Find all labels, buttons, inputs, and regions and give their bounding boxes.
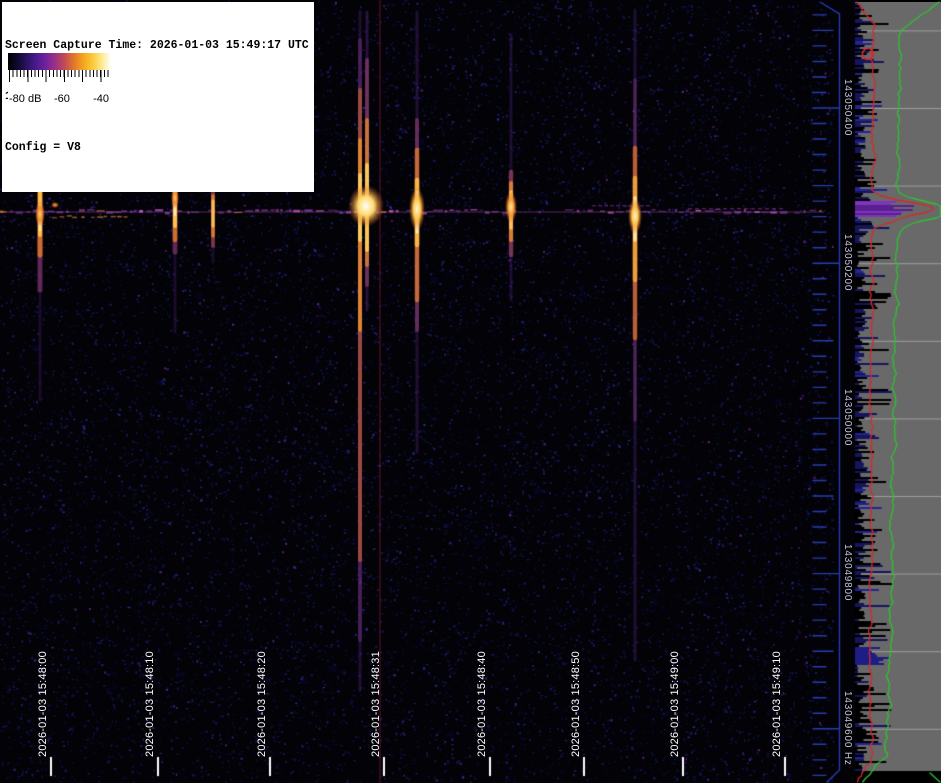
db-label-40: -40 xyxy=(93,93,109,105)
frequency-axis-label: 143050200 xyxy=(842,234,853,292)
time-axis-label: 2026-01-03 15:49:10 xyxy=(771,651,783,757)
time-axis-label: 2026-01-03 15:48:50 xyxy=(570,651,582,757)
time-axis-label: 2026-01-03 15:49:00 xyxy=(669,651,681,757)
frequency-axis-label: 143050000 xyxy=(842,389,853,447)
capture-time-text: Screen Capture Time: 2026-01-03 15:49:17… xyxy=(5,39,309,52)
time-axis-label: 2026-01-03 15:48:10 xyxy=(144,651,156,757)
time-axis-label: 2026-01-03 15:48:00 xyxy=(37,651,49,757)
colorbar-major-ticks xyxy=(9,70,111,82)
time-axis-label: 2026-01-03 15:48:20 xyxy=(256,651,268,757)
colorbar-scale: -80 dB -60 -40 xyxy=(8,70,111,106)
db-label-60: -60 xyxy=(54,93,70,105)
frequency-axis-label: 143049800 xyxy=(842,544,853,602)
spectrogram-app-window: Screen Capture Time: 2026-01-03 15:49:17… xyxy=(0,0,941,783)
config-text: Config = V8 xyxy=(5,141,81,154)
time-axis-label: 2026-01-03 15:48:40 xyxy=(476,651,488,757)
time-axis-label: 2026-01-03 15:48:31 xyxy=(370,651,382,757)
colorbar-gradient xyxy=(8,53,111,70)
colorbar-legend: -80 dB -60 -40 xyxy=(8,53,111,106)
db-label-80: -80 dB xyxy=(9,93,42,105)
frequency-axis-label: 143050400 xyxy=(842,79,853,137)
frequency-axis-label: 143049600 Hz xyxy=(842,690,853,766)
